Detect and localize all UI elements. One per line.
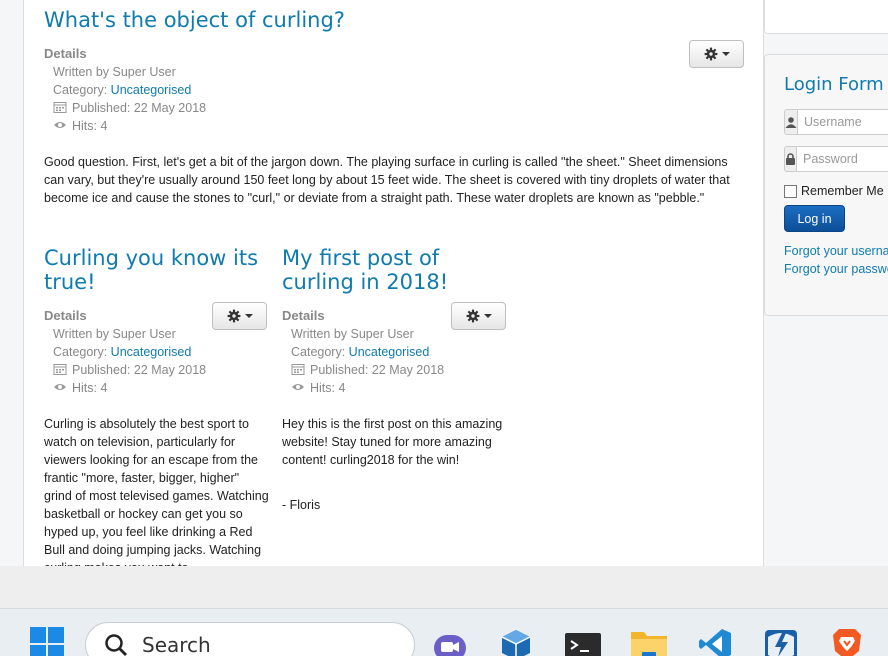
virtualbox-icon[interactable] [498, 626, 534, 656]
article-meta-right: Written by Super User Category: Uncatego… [291, 325, 444, 397]
login-form-title: Login Form [784, 74, 884, 95]
details-label: Details [44, 308, 87, 323]
chevron-down-icon [721, 52, 730, 56]
terminal-icon[interactable] [565, 626, 601, 656]
hits-line: Hits: 4 [53, 117, 206, 135]
category-prefix: Category: [53, 345, 111, 359]
article-body-right: Hey this is the first post on this amazi… [282, 417, 503, 467]
hits-text: Hits: 4 [72, 381, 108, 395]
lock-icon [784, 146, 797, 172]
article-tools-button-right[interactable] [451, 302, 506, 330]
category-line: Category: Uncategorised [53, 343, 206, 361]
calendar-icon [53, 364, 67, 375]
published-line: Published: 22 May 2018 [291, 361, 444, 379]
article-signature: - Floris [282, 498, 321, 512]
published-text: Published: 22 May 2018 [72, 101, 207, 115]
category-line: Category: Uncategorised [53, 81, 206, 99]
search-icon [105, 634, 127, 656]
password-input[interactable] [797, 146, 888, 172]
category-prefix: Category: [291, 345, 349, 359]
gear-icon [227, 309, 240, 323]
calendar-icon [53, 102, 67, 113]
user-icon [784, 109, 798, 135]
eye-icon [292, 384, 304, 390]
browser-page: What's the object of curling? Details Wr… [0, 0, 888, 566]
category-link[interactable]: Uncategorised [111, 83, 192, 97]
forgot-username-link[interactable]: Forgot your username? [784, 244, 888, 258]
hits-text: Hits: 4 [72, 119, 108, 133]
article-meta-left: Written by Super User Category: Uncatego… [53, 325, 206, 397]
username-input[interactable] [798, 109, 888, 135]
details-label: Details [282, 308, 325, 323]
author-line: Written by Super User [53, 65, 176, 79]
remember-me-label: Remember Me [801, 184, 884, 198]
calendar-icon [291, 364, 305, 375]
vscode-icon[interactable] [697, 626, 733, 656]
published-text: Published: 22 May 2018 [72, 363, 207, 377]
file-explorer-icon[interactable] [631, 626, 667, 656]
teams-meet-icon[interactable] [432, 626, 468, 656]
taskbar-search[interactable]: Search [85, 622, 415, 656]
eye-icon [54, 384, 66, 390]
chevron-down-icon [244, 314, 253, 318]
windows-start-icon[interactable] [29, 626, 65, 656]
article-meta-main: Written by Super User Category: Uncatego… [53, 63, 206, 135]
eye-icon [54, 122, 66, 128]
details-label: Details [44, 46, 87, 61]
hits-line: Hits: 4 [291, 379, 444, 397]
gear-icon [466, 309, 479, 323]
article-title-left[interactable]: Curling you know its true! [44, 246, 274, 294]
category-link[interactable]: Uncategorised [111, 345, 192, 359]
forgot-password-link[interactable]: Forgot your password? [784, 262, 888, 276]
article-title-right[interactable]: My first post of curling in 2018! [282, 246, 512, 294]
published-line: Published: 22 May 2018 [53, 361, 206, 379]
article-title-main[interactable]: What's the object of curling? [44, 8, 684, 32]
published-line: Published: 22 May 2018 [53, 99, 206, 117]
remember-me-checkbox[interactable] [784, 184, 797, 198]
login-button[interactable]: Log in [784, 205, 845, 232]
published-text: Published: 22 May 2018 [310, 363, 445, 377]
author-line: Written by Super User [291, 327, 414, 341]
category-prefix: Category: [53, 83, 111, 97]
author-line: Written by Super User [53, 327, 176, 341]
sidebar-module-top [764, 0, 888, 34]
gear-icon [704, 47, 717, 61]
hits-text: Hits: 4 [310, 381, 346, 395]
article-body-main: Good question. First, let's get a bit of… [44, 155, 730, 205]
category-line: Category: Uncategorised [291, 343, 444, 361]
hits-line: Hits: 4 [53, 379, 206, 397]
password-row [784, 146, 888, 172]
category-link[interactable]: Uncategorised [349, 345, 430, 359]
article-body-left: Curling is absolutely the best sport to … [44, 417, 269, 566]
remember-me[interactable]: Remember Me [784, 184, 884, 198]
article-tools-button-left[interactable] [212, 302, 267, 330]
chevron-down-icon [483, 314, 492, 318]
article-tools-button-main[interactable] [689, 40, 744, 68]
taskbar: Search [0, 608, 888, 656]
username-row [784, 109, 888, 135]
brave-icon[interactable] [829, 626, 865, 656]
search-placeholder: Search [142, 633, 211, 656]
wireshark-icon[interactable] [763, 626, 799, 656]
